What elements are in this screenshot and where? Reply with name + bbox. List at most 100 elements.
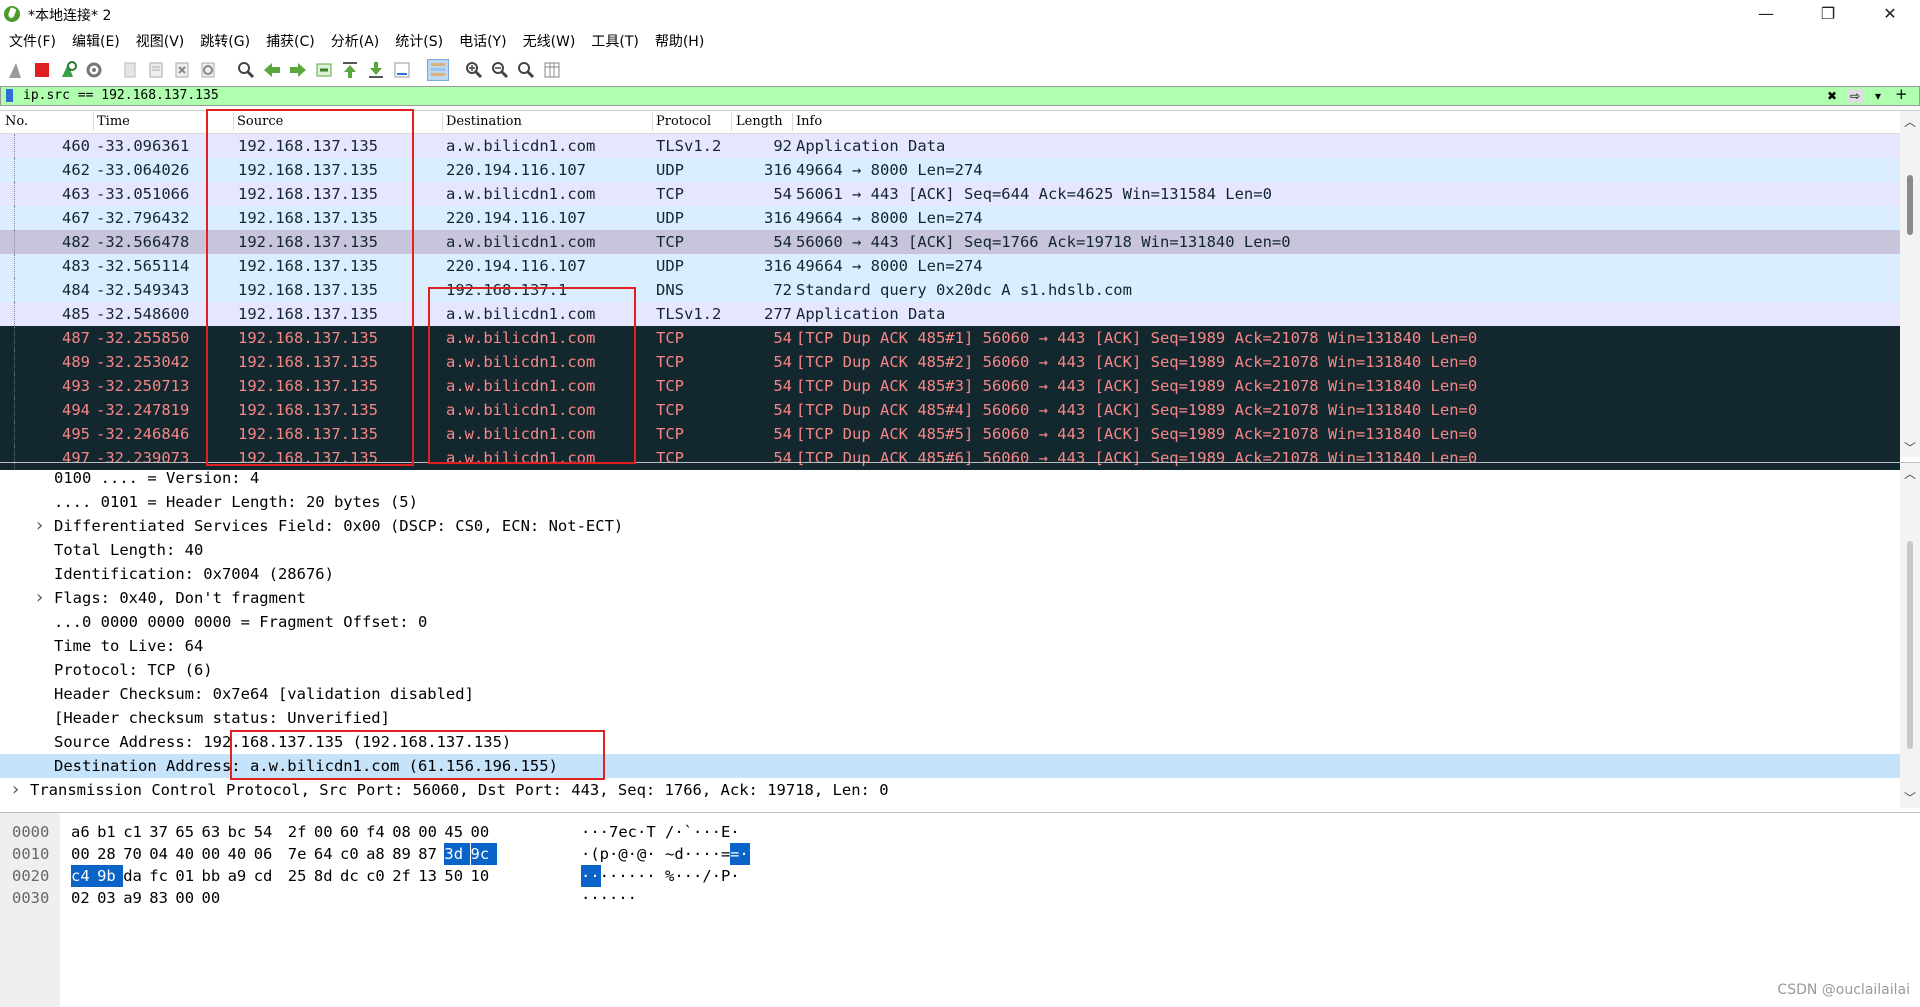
detail-tree-row[interactable]: › Flags: 0x40, Don't fragment: [0, 586, 1900, 610]
hex-byte[interactable]: 00: [471, 821, 493, 843]
detail-tree-row[interactable]: Source Address: 192.168.137.135 (192.168…: [0, 730, 1900, 754]
zoom-out-icon[interactable]: [490, 60, 510, 80]
go-to-packet-icon[interactable]: [314, 60, 334, 80]
hex-byte[interactable]: 65: [175, 821, 197, 843]
hex-byte[interactable]: 00: [202, 887, 224, 909]
hex-byte[interactable]: 2f: [288, 821, 310, 843]
zoom-in-icon[interactable]: [464, 60, 484, 80]
details-scroll-down-icon[interactable]: ﹀: [1904, 789, 1916, 806]
first-packet-icon[interactable]: [340, 60, 360, 80]
detail-tree-row[interactable]: Destination Address: a.w.bilicdn1.com (6…: [0, 754, 1900, 778]
hex-byte[interactable]: 63: [202, 821, 224, 843]
expand-chevron-icon[interactable]: ›: [10, 778, 21, 802]
hex-byte[interactable]: 08: [392, 821, 414, 843]
apply-filter-arrow-icon[interactable]: ⇨: [1847, 89, 1864, 103]
minimize-button[interactable]: —: [1738, 0, 1794, 28]
detail-tree-row[interactable]: 0100 .... = Version: 4: [0, 466, 1900, 490]
hex-byte[interactable]: 40: [175, 843, 197, 865]
menu-go[interactable]: 跳转(G): [191, 30, 257, 54]
column-header-no[interactable]: No.: [5, 114, 28, 129]
hex-ascii[interactable]: ······: [581, 887, 637, 909]
hex-byte[interactable]: c0: [366, 865, 388, 887]
hex-byte[interactable]: 03: [97, 887, 119, 909]
hex-byte[interactable]: 28: [97, 843, 119, 865]
packet-row[interactable]: 462 -33.064026 192.168.137.135 220.194.116.…: [0, 158, 1900, 182]
column-header-info[interactable]: Info: [796, 114, 822, 129]
stop-capture-icon[interactable]: [32, 60, 52, 80]
hex-byte[interactable]: bb: [202, 865, 224, 887]
hex-byte[interactable]: c0: [340, 843, 362, 865]
hex-byte[interactable]: 02: [71, 887, 93, 909]
display-filter-input[interactable]: ip.src == 192.168.137.135: [23, 88, 219, 103]
detail-tree-row[interactable]: › Transmission Control Protocol, Src Port…: [0, 778, 1900, 802]
hex-byte[interactable]: 87: [418, 843, 440, 865]
packet-row[interactable]: 484 -32.549343 192.168.137.135 192.168.137.…: [0, 278, 1900, 302]
filter-history-dropdown-icon[interactable]: ▾: [1875, 89, 1881, 103]
reload-icon[interactable]: [198, 60, 218, 80]
column-header-destination[interactable]: Destination: [446, 114, 522, 129]
capture-options-gear-icon[interactable]: [84, 60, 104, 80]
scroll-down-arrow-icon[interactable]: ﹀: [1904, 439, 1916, 456]
close-button[interactable]: ✕: [1862, 0, 1918, 28]
hex-byte[interactable]: a8: [366, 843, 388, 865]
hex-byte[interactable]: a6: [71, 821, 93, 843]
hex-byte[interactable]: 3d: [444, 843, 471, 865]
hex-ascii[interactable]: ········ %···/·P·: [581, 865, 740, 887]
auto-scroll-icon[interactable]: [392, 60, 412, 80]
column-header-source[interactable]: Source: [237, 114, 283, 129]
hex-byte[interactable]: 37: [149, 821, 171, 843]
hex-byte[interactable]: bc: [228, 821, 250, 843]
packet-row[interactable]: 489 -32.253042 192.168.137.135 a.w.bilicdn1…: [0, 350, 1900, 374]
hex-byte[interactable]: 89: [392, 843, 414, 865]
detail-tree-row[interactable]: Total Length: 40: [0, 538, 1900, 562]
detail-tree-row[interactable]: Protocol: TCP (6): [0, 658, 1900, 682]
hex-byte[interactable]: 01: [175, 865, 197, 887]
hex-byte[interactable]: 10: [471, 865, 493, 887]
hex-byte[interactable]: 70: [123, 843, 145, 865]
packet-row[interactable]: 485 -32.548600 192.168.137.135 a.w.bilicdn1…: [0, 302, 1900, 326]
zoom-normal-icon[interactable]: [516, 60, 536, 80]
hex-byte[interactable]: b1: [97, 821, 119, 843]
expand-chevron-icon[interactable]: ›: [34, 586, 45, 610]
hex-byte[interactable]: 04: [149, 843, 171, 865]
expand-chevron-icon[interactable]: ›: [34, 514, 45, 538]
column-header-length[interactable]: Length: [736, 114, 783, 129]
menu-wireless[interactable]: 无线(W): [514, 30, 583, 54]
hex-byte[interactable]: 45: [444, 821, 466, 843]
hex-byte[interactable]: 9b: [97, 865, 124, 887]
detail-tree-row[interactable]: [Header checksum status: Unverified]: [0, 706, 1900, 730]
hex-byte[interactable]: c4: [71, 865, 97, 887]
menu-edit[interactable]: 编辑(E): [63, 30, 127, 54]
details-scrollbar[interactable]: ︿ ﹀: [1900, 463, 1920, 808]
menu-statistics[interactable]: 统计(S): [386, 30, 450, 54]
hex-byte[interactable]: 40: [228, 843, 250, 865]
hex-byte[interactable]: 00: [202, 843, 224, 865]
hex-byte[interactable]: 06: [254, 843, 276, 865]
packet-list-scrollbar[interactable]: ︿ ﹀: [1900, 111, 1920, 457]
details-scrollbar-thumb[interactable]: [1907, 541, 1913, 749]
scrollbar-thumb[interactable]: [1907, 175, 1913, 235]
menu-analyze[interactable]: 分析(A): [322, 30, 387, 54]
hex-byte[interactable]: f4: [366, 821, 388, 843]
hex-byte[interactable]: 9c: [470, 843, 497, 865]
hex-byte[interactable]: 25: [288, 865, 310, 887]
close-file-icon[interactable]: [172, 60, 192, 80]
hex-ascii[interactable]: ·(p·@·@· ~d····=·: [581, 843, 740, 865]
find-packet-icon[interactable]: [236, 60, 256, 80]
packet-row[interactable]: 487 -32.255850 192.168.137.135 a.w.bilicdn1…: [0, 326, 1900, 350]
hex-byte[interactable]: dc: [340, 865, 362, 887]
menu-capture[interactable]: 捕获(C): [257, 30, 322, 54]
hex-byte[interactable]: 60: [340, 821, 362, 843]
details-scroll-up-icon[interactable]: ︿: [1904, 465, 1916, 482]
add-filter-button[interactable]: +: [1895, 87, 1908, 102]
column-header-protocol[interactable]: Protocol: [656, 114, 711, 129]
hex-byte[interactable]: 00: [175, 887, 197, 909]
hex-byte[interactable]: 13: [418, 865, 440, 887]
hex-byte[interactable]: c1: [123, 821, 145, 843]
detail-tree-row[interactable]: › Differentiated Services Field: 0x00 (DS…: [0, 514, 1900, 538]
packet-row[interactable]: 483 -32.565114 192.168.137.135 220.194.116.…: [0, 254, 1900, 278]
hex-ascii[interactable]: ···7ec·T /·`···E·: [581, 821, 740, 843]
restore-button[interactable]: ❐: [1800, 0, 1856, 28]
packet-row[interactable]: 494 -32.247819 192.168.137.135 a.w.bilicdn1…: [0, 398, 1900, 422]
detail-tree-row[interactable]: .... 0101 = Header Length: 20 bytes (5): [0, 490, 1900, 514]
